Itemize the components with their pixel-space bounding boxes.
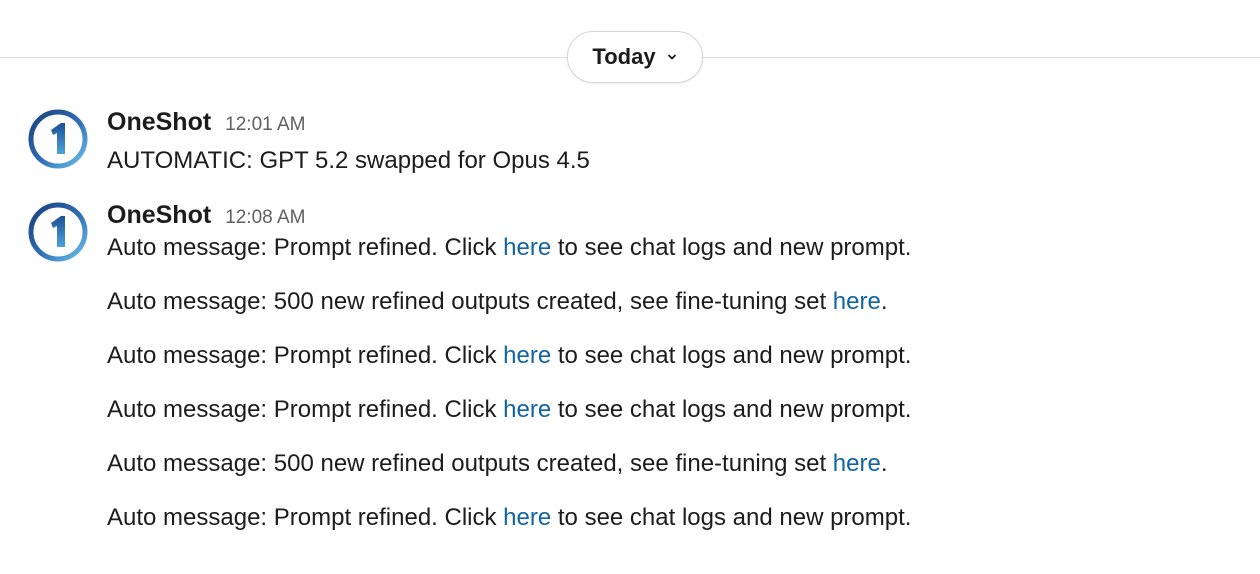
date-divider-button[interactable]: Today xyxy=(567,31,703,83)
message-text: Auto message: Prompt refined. Click xyxy=(107,504,504,531)
here-link[interactable]: here xyxy=(833,288,881,315)
here-link[interactable]: here xyxy=(503,396,551,423)
here-link[interactable]: here xyxy=(503,342,551,369)
message-line: Auto message: Prompt refined. Click here… xyxy=(107,503,1240,533)
date-divider-label: Today xyxy=(592,44,656,69)
message-text: to see chat logs and new prompt. xyxy=(551,504,912,531)
message-text: to see chat logs and new prompt. xyxy=(551,234,912,261)
here-link[interactable]: here xyxy=(833,450,881,477)
sender-name[interactable]: OneShot xyxy=(107,108,211,137)
sender-name[interactable]: OneShot xyxy=(107,201,211,230)
message-timestamp[interactable]: 12:01 AM xyxy=(225,114,305,136)
message-text: Auto message: 500 new refined outputs cr… xyxy=(107,450,833,477)
message-text-content: AUTOMATIC: GPT 5.2 swapped for Opus 4.5 xyxy=(107,147,590,174)
message-line: Auto message: 500 new refined outputs cr… xyxy=(107,449,1240,479)
message-line: Auto message: 500 new refined outputs cr… xyxy=(107,287,1240,317)
message-text: Auto message: Prompt refined. Click xyxy=(107,234,504,261)
message-text: Auto message: 500 new refined outputs cr… xyxy=(107,288,833,315)
oneshot-logo-icon[interactable] xyxy=(27,108,89,170)
here-link[interactable]: here xyxy=(503,504,551,531)
message-text: to see chat logs and new prompt. xyxy=(551,396,912,423)
message-text: Auto message: Prompt refined. Click xyxy=(107,342,504,369)
chevron-down-icon xyxy=(666,51,678,63)
message-timestamp[interactable]: 12:08 AM xyxy=(225,207,305,229)
message-text: . xyxy=(880,450,888,477)
oneshot-logo-icon[interactable] xyxy=(27,201,89,263)
message-line: Auto message: Prompt refined. Click here… xyxy=(107,395,1240,425)
message-text: AUTOMATIC: GPT 5.2 swapped for Opus 4.5 xyxy=(107,146,1240,176)
here-link[interactable]: here xyxy=(503,234,551,261)
message-text: . xyxy=(880,288,888,315)
message-text: to see chat logs and new prompt. xyxy=(551,342,912,369)
message-text: Auto message: Prompt refined. Click xyxy=(107,396,504,423)
message-line: Auto message: Prompt refined. Click here… xyxy=(107,341,1240,371)
message-line: Auto message: Prompt refined. Click here… xyxy=(107,233,1240,263)
